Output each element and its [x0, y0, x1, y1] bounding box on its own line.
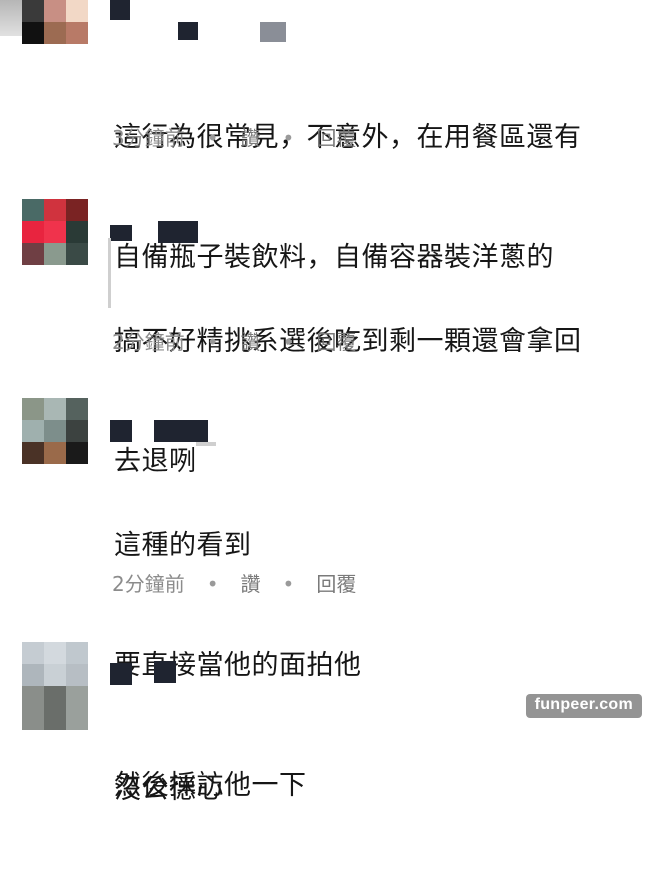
separator-dot: • [282, 572, 295, 596]
avatar-pixel [44, 708, 66, 730]
avatar-pixel [66, 442, 88, 464]
comment-line: 這種的看到 [114, 530, 252, 561]
watermark: funpeer.com [525, 694, 642, 718]
cropped-edge-mark [108, 238, 111, 308]
avatar-pixel [66, 199, 88, 221]
avatar-pixel [44, 442, 66, 464]
avatar-pixel [66, 398, 88, 420]
avatar-pixel [44, 0, 66, 22]
comment-meta: 2分鐘前 • 讚 • 回覆 [112, 571, 378, 597]
avatar-pixel [66, 22, 88, 44]
avatar-pixel [66, 221, 88, 243]
avatar-pixel [44, 221, 66, 243]
avatar-pixel [66, 420, 88, 442]
comment-time: 2分鐘前 [112, 330, 185, 354]
comment-time: 2分鐘前 [112, 572, 185, 596]
commenter-name-redacted[interactable] [110, 0, 300, 42]
avatar[interactable] [22, 0, 88, 44]
separator-dot: • [206, 572, 219, 596]
avatar-pixel [44, 22, 66, 44]
avatar-pixel [22, 708, 44, 730]
avatar-pixel [44, 686, 66, 708]
reply-button[interactable]: 回覆 [316, 329, 356, 355]
avatar-pixel [22, 442, 44, 464]
avatar-pixel [22, 199, 44, 221]
like-button[interactable]: 讚 [241, 571, 261, 597]
avatar-pixel [44, 199, 66, 221]
avatar-pixel [22, 22, 44, 44]
separator-dot: • [206, 330, 219, 354]
avatar-pixel [44, 398, 66, 420]
avatar-pixel [22, 243, 44, 265]
comment-meta: 2分鐘前 • 讚 • 回覆 [112, 329, 378, 355]
avatar[interactable] [22, 398, 88, 464]
commenter-name-redacted[interactable] [110, 420, 220, 442]
avatar-pixel [22, 420, 44, 442]
avatar-pixel [22, 0, 44, 22]
like-button[interactable]: 讚 [241, 125, 261, 151]
avatar-pixel [44, 243, 66, 265]
avatar-pixel [44, 664, 66, 686]
cropped-avatar-edge [0, 0, 22, 36]
comment-time: 3分鐘前 [112, 126, 185, 150]
reply-button[interactable]: 回覆 [316, 125, 356, 151]
reply-button[interactable]: 回覆 [316, 571, 356, 597]
separator-dot: • [282, 330, 295, 354]
avatar[interactable] [22, 642, 88, 730]
separator-dot: • [282, 126, 295, 150]
comment-line: 沒公德心 [114, 774, 224, 805]
avatar-pixel [44, 642, 66, 664]
avatar-pixel [66, 0, 88, 22]
commenter-name-redacted[interactable] [110, 221, 210, 243]
avatar-pixel [66, 642, 88, 664]
avatar-pixel [66, 243, 88, 265]
avatar-pixel [22, 664, 44, 686]
comment-meta: 3分鐘前 • 讚 • 回覆 [112, 125, 378, 151]
commenter-name-redacted[interactable] [110, 661, 190, 685]
avatar-pixel [22, 221, 44, 243]
avatar-pixel [22, 686, 44, 708]
avatar-pixel [66, 708, 88, 730]
like-button[interactable]: 讚 [241, 329, 261, 355]
avatar-pixel [66, 664, 88, 686]
separator-dot: • [206, 126, 219, 150]
avatar-pixel [22, 398, 44, 420]
avatar-pixel [44, 420, 66, 442]
avatar-pixel [66, 686, 88, 708]
avatar[interactable] [22, 199, 88, 265]
avatar-pixel [22, 642, 44, 664]
comment-text: 沒公德心 [114, 690, 224, 890]
